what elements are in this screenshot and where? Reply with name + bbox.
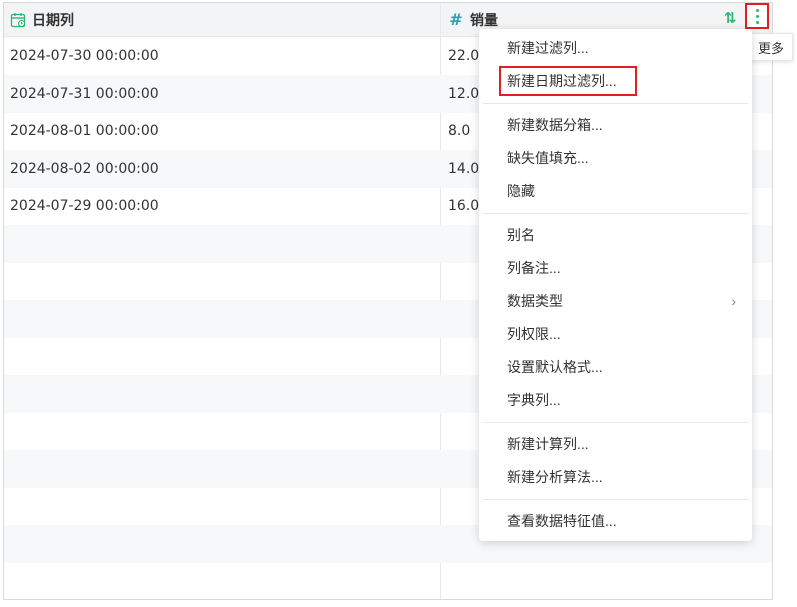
column-context-menu: 新建过滤列... 新建日期过滤列... 新建数据分箱... 缺失值填充... 隐… (479, 29, 752, 541)
hash-icon: # (449, 10, 463, 29)
menu-item-new-filter-column[interactable]: 新建过滤列... (479, 32, 752, 65)
menu-separator (483, 103, 748, 104)
menu-item-label: 新建分析算法... (507, 469, 603, 485)
cell-sales: 12.0 (448, 85, 480, 102)
menu-separator (483, 499, 748, 500)
menu-item-column-remark[interactable]: 列备注... (479, 252, 752, 285)
more-tooltip: 更多 (749, 33, 794, 61)
cell-date: 2024-08-01 00:00:00 (10, 123, 159, 139)
menu-item-hide[interactable]: 隐藏 (479, 175, 752, 208)
menu-item-new-date-filter-column[interactable]: 新建日期过滤列... (479, 65, 752, 98)
cell-date: 2024-07-30 00:00:00 (10, 48, 159, 64)
menu-item-label: 数据类型 (507, 293, 563, 309)
menu-item-default-format[interactable]: 设置默认格式... (479, 351, 752, 384)
more-vertical-icon-dot (755, 20, 759, 24)
menu-item-column-permission[interactable]: 列权限... (479, 318, 752, 351)
cell-date: 2024-08-02 00:00:00 (10, 160, 159, 177)
menu-item-alias[interactable]: 别名 (479, 219, 752, 252)
menu-item-new-analysis-algorithm[interactable]: 新建分析算法... (479, 461, 752, 494)
more-vertical-icon (755, 8, 759, 12)
menu-item-label: 列权限... (507, 326, 561, 342)
menu-item-label: 设置默认格式... (507, 359, 603, 375)
menu-item-label: 字典列... (507, 392, 561, 408)
chevron-right-icon: › (731, 293, 736, 309)
cell-sales: 16.0 (448, 198, 480, 214)
cell-sales: 14.0 (448, 160, 480, 177)
empty-row (4, 562, 772, 599)
menu-item-label: 新建计算列... (507, 436, 589, 452)
menu-separator (483, 213, 748, 214)
cell-date: 2024-07-31 00:00:00 (10, 85, 159, 102)
cell-date: 2024-07-29 00:00:00 (10, 198, 159, 214)
menu-item-fill-missing[interactable]: 缺失值填充... (479, 142, 752, 175)
menu-item-label: 新建数据分箱... (507, 117, 603, 133)
menu-item-new-binning[interactable]: 新建数据分箱... (479, 109, 752, 142)
menu-item-label: 查看数据特征值... (507, 513, 617, 529)
column-header-date[interactable]: 日期列 (10, 3, 74, 36)
menu-item-label: 隐藏 (507, 183, 535, 199)
menu-item-label: 别名 (507, 227, 535, 243)
sort-icon[interactable]: ⇅ (724, 9, 737, 27)
cell-sales: 8.0 (448, 123, 471, 139)
column-name-date: 日期列 (32, 12, 74, 29)
column-name-sales: 销量 (470, 12, 498, 29)
calendar-icon (10, 12, 26, 27)
menu-item-view-data-features[interactable]: 查看数据特征值... (479, 505, 752, 538)
more-vertical-icon-dot (755, 14, 759, 18)
menu-item-label: 缺失值填充... (507, 150, 589, 166)
menu-item-data-type[interactable]: 数据类型 › (479, 285, 752, 318)
more-button[interactable] (745, 3, 769, 29)
menu-item-label: 列备注... (507, 260, 561, 276)
menu-item-new-calculated-column[interactable]: 新建计算列... (479, 428, 752, 461)
menu-item-label: 新建日期过滤列... (507, 73, 617, 89)
cell-sales: 22.0 (448, 48, 480, 64)
menu-item-label: 新建过滤列... (507, 40, 589, 56)
menu-item-dictionary-column[interactable]: 字典列... (479, 384, 752, 417)
menu-separator (483, 422, 748, 423)
